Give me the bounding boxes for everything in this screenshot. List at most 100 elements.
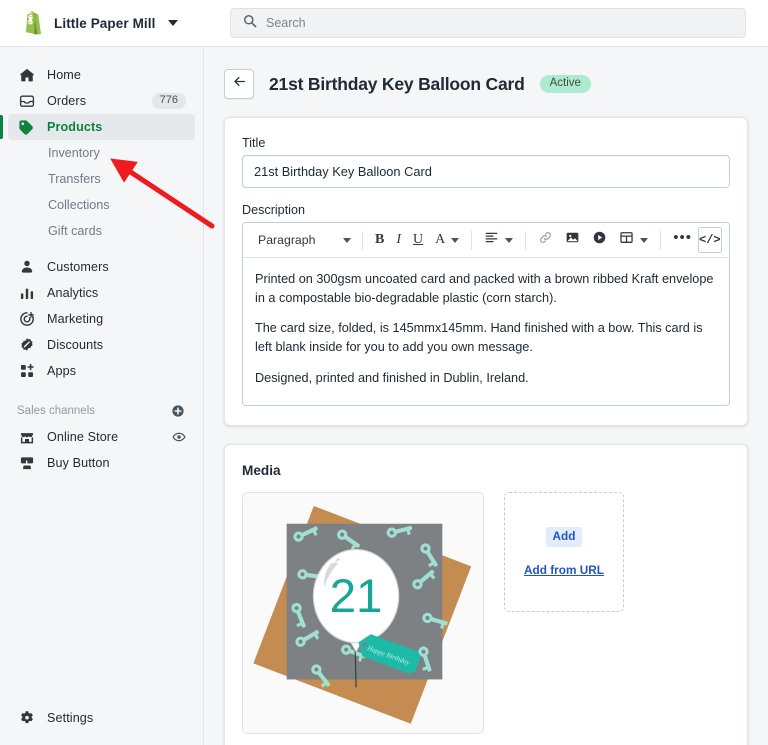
description-paragraph: The card size, folded, is 145mmx145mm. H… [255, 321, 703, 355]
sidebar-item-discounts[interactable]: Discounts [8, 332, 195, 358]
description-paragraph: Designed, printed and finished in Dublin… [255, 370, 529, 385]
sidebar-item-label: Settings [47, 711, 94, 725]
sidebar-item-online-store[interactable]: Online Store [8, 424, 195, 450]
sidebar-item-label: Analytics [47, 286, 99, 300]
products-tag-icon [17, 119, 36, 136]
toolbar-divider [471, 230, 473, 250]
buy-button-icon [17, 455, 36, 471]
toolbar-divider [362, 230, 363, 250]
align-button[interactable] [478, 227, 519, 253]
sidebar-subitem-inventory[interactable]: Inventory [8, 140, 195, 166]
text-color-button[interactable]: A [429, 227, 465, 253]
sidebar-item-apps[interactable]: Apps [8, 358, 195, 384]
sidebar-subitem-gift-cards[interactable]: Gift cards [8, 218, 195, 244]
sidebar-item-orders[interactable]: Orders 776 [8, 88, 195, 114]
editor-toolbar: Paragraph B I U A ••• </> [243, 223, 729, 258]
sidebar-item-label: Discounts [47, 338, 104, 352]
sidebar-item-analytics[interactable]: Analytics [8, 280, 195, 306]
table-icon [619, 230, 634, 250]
sidebar-item-label: Customers [47, 260, 109, 274]
more-options-button[interactable]: ••• [667, 227, 698, 253]
page-title: 21st Birthday Key Balloon Card [269, 73, 525, 94]
sidebar-item-marketing[interactable]: Marketing [8, 306, 195, 332]
main-content: 21st Birthday Key Balloon Card Active Ti… [204, 47, 768, 745]
search-input[interactable] [266, 16, 733, 30]
media-items-row: 21 Happy Birthday Add Add from URL [242, 492, 730, 735]
add-from-url-link[interactable]: Add from URL [524, 563, 604, 577]
paragraph-format-label: Paragraph [258, 233, 316, 247]
link-button[interactable] [532, 227, 559, 253]
orders-count-badge: 776 [151, 93, 186, 109]
discounts-icon [17, 337, 36, 353]
text-color-label: A [435, 232, 446, 247]
italic-button[interactable]: I [390, 227, 407, 253]
media-thumbnail[interactable]: 21 Happy Birthday [242, 492, 484, 735]
sidebar-item-label: Products [47, 120, 103, 134]
customers-icon [17, 259, 36, 275]
page-header: 21st Birthday Key Balloon Card Active [224, 47, 748, 117]
paragraph-format-select[interactable]: Paragraph [251, 227, 356, 253]
description-editor: Paragraph B I U A ••• </> Printed on 300… [242, 222, 730, 407]
product-details-card: Title Description Paragraph B I [224, 117, 748, 427]
marketing-icon [17, 311, 36, 327]
video-icon [592, 230, 607, 250]
sidebar-item-home[interactable]: Home [8, 62, 195, 88]
sidebar-item-settings[interactable]: Settings [8, 705, 195, 731]
sidebar-subitem-label: Gift cards [48, 224, 102, 238]
add-media-button[interactable]: Add [545, 527, 583, 548]
media-add-dropzone[interactable]: Add Add from URL [504, 492, 624, 613]
description-field-label: Description [242, 203, 305, 217]
description-paragraph: Printed on 300gsm uncoated card and pack… [255, 272, 714, 305]
body-region: Home Orders 776 Products Inventory Trans… [0, 47, 768, 745]
chevron-down-icon [451, 237, 460, 243]
gear-icon [17, 710, 36, 726]
sidebar-item-label: Orders [47, 94, 87, 108]
shop-name: Little Paper Mill [54, 15, 156, 31]
sidebar-item-buy-button[interactable]: Buy Button [8, 450, 195, 476]
chevron-down-icon [168, 20, 179, 26]
insert-image-button[interactable] [559, 227, 586, 253]
sidebar-subitem-transfers[interactable]: Transfers [8, 166, 195, 192]
home-icon [17, 67, 36, 83]
title-field-label: Title [242, 136, 266, 150]
sidebar: Home Orders 776 Products Inventory Trans… [0, 47, 215, 745]
sidebar-item-customers[interactable]: Customers [8, 254, 195, 280]
sidebar-subitem-collections[interactable]: Collections [8, 192, 195, 218]
chevron-down-icon [343, 237, 351, 243]
sidebar-item-products[interactable]: Products [0, 114, 195, 140]
underline-button[interactable]: U [407, 227, 429, 253]
online-store-icon [17, 429, 36, 445]
sidebar-subitem-label: Collections [48, 198, 110, 212]
media-section-title: Media [242, 463, 281, 479]
eye-icon[interactable] [172, 430, 186, 444]
insert-video-button[interactable] [586, 227, 613, 253]
search-icon [243, 14, 257, 33]
shop-switcher[interactable]: Little Paper Mill [0, 0, 204, 47]
product-image: 21 Happy Birthday [243, 493, 483, 734]
sidebar-item-label: Apps [47, 364, 77, 378]
sidebar-item-label: Home [47, 68, 81, 82]
sidebar-subitem-label: Transfers [48, 172, 101, 186]
sidebar-footer: Settings [0, 705, 203, 745]
title-input[interactable] [242, 155, 730, 188]
chevron-down-icon [505, 237, 514, 243]
shopify-admin-window: Little Paper Mill Search Home Orders 776… [0, 0, 768, 745]
description-editor-body[interactable]: Printed on 300gsm uncoated card and pack… [243, 258, 729, 405]
sidebar-item-label: Buy Button [47, 456, 110, 470]
sidebar-subitem-label: Inventory [48, 146, 100, 160]
align-left-icon [484, 230, 499, 250]
svg-text:21: 21 [330, 570, 383, 623]
analytics-icon [17, 285, 36, 301]
back-button[interactable] [224, 69, 254, 99]
sidebar-item-label: Marketing [47, 312, 104, 326]
toolbar-divider [660, 230, 662, 250]
sidebar-primary-nav: Home Orders 776 Products Inventory Trans… [0, 47, 203, 476]
code-view-button[interactable]: </> [698, 227, 722, 253]
bold-button[interactable]: B [369, 227, 390, 253]
shopify-logo [22, 11, 44, 35]
search-box[interactable] [230, 8, 746, 38]
insert-table-button[interactable] [613, 227, 654, 253]
plus-circle-icon[interactable] [171, 404, 185, 418]
